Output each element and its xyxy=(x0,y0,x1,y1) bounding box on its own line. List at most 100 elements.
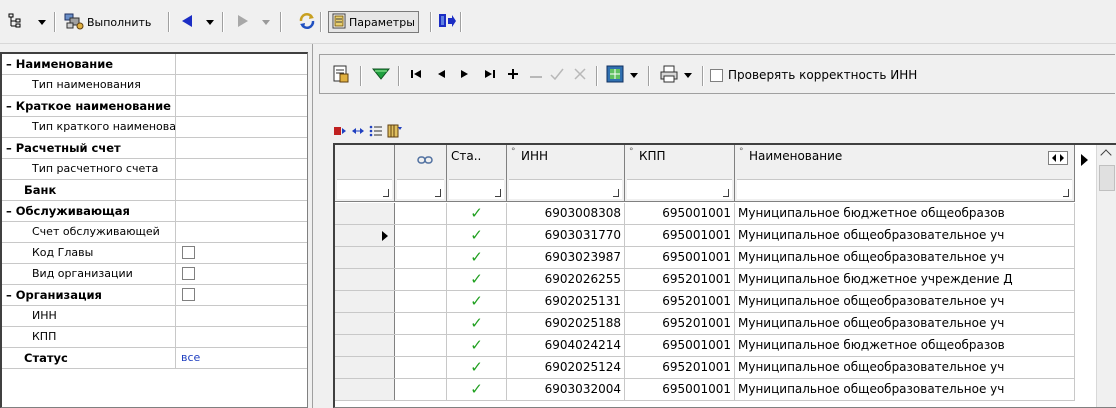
inn-cell[interactable]: 6903008308 xyxy=(507,203,625,224)
confirm-record-button[interactable] xyxy=(550,65,564,85)
column-filter-field[interactable] xyxy=(397,179,444,199)
kpp-cell[interactable]: 695201001 xyxy=(625,313,735,334)
name-cell[interactable]: Муниципальное бюджетное общеобразов xyxy=(735,203,1075,224)
link-cell[interactable] xyxy=(395,379,447,400)
link-cell[interactable] xyxy=(395,247,447,268)
property-value[interactable] xyxy=(177,96,307,116)
property-value[interactable] xyxy=(177,264,307,284)
link-cell[interactable] xyxy=(395,313,447,334)
tree-layout-dropdown[interactable] xyxy=(38,10,46,34)
kpp-cell[interactable]: 695001001 xyxy=(625,247,735,268)
status-cell[interactable]: ✓ xyxy=(447,379,507,400)
kpp-header[interactable]: ° КПП xyxy=(625,145,735,202)
forward-dropdown[interactable] xyxy=(262,10,270,34)
property-row[interactable]: – Наименование xyxy=(2,54,307,75)
link-cell[interactable] xyxy=(395,269,447,290)
name-header[interactable]: ° Наименование xyxy=(735,145,1075,202)
link-cell[interactable] xyxy=(395,225,447,246)
back-button[interactable] xyxy=(180,10,194,34)
column-filter-field[interactable] xyxy=(737,179,1072,199)
status-cell[interactable]: ✓ xyxy=(447,313,507,334)
name-cell[interactable]: Муниципальное общеобразовательное уч xyxy=(735,291,1075,312)
kpp-cell[interactable]: 695001001 xyxy=(625,203,735,224)
status-cell[interactable]: ✓ xyxy=(447,335,507,356)
property-row[interactable]: Статус все xyxy=(2,348,307,369)
forward-button[interactable] xyxy=(236,10,250,34)
filter-button[interactable] xyxy=(371,65,391,85)
name-cell[interactable]: Муниципальное бюджетное общеобразов xyxy=(735,335,1075,356)
name-cell[interactable]: Муниципальное общеобразовательное уч xyxy=(735,379,1075,400)
check-inn-toggle[interactable]: Проверять корректность ИНН xyxy=(710,65,917,85)
back-dropdown[interactable] xyxy=(206,10,214,34)
inn-header[interactable]: ° ИНН xyxy=(507,145,625,202)
kpp-cell[interactable]: 695201001 xyxy=(625,269,735,290)
vertical-scrollbar[interactable] xyxy=(1096,145,1116,407)
inn-cell[interactable]: 6904024214 xyxy=(507,335,625,356)
kpp-cell[interactable]: 695001001 xyxy=(625,335,735,356)
property-value[interactable] xyxy=(177,201,307,221)
kpp-cell[interactable]: 695201001 xyxy=(625,291,735,312)
status-cell[interactable]: ✓ xyxy=(447,357,507,378)
tree-layout-button[interactable] xyxy=(8,10,22,34)
name-cell[interactable]: Муниципальное общеобразовательное уч xyxy=(735,247,1075,268)
table-row[interactable]: ✓ 6902026255 695201001 Муниципальное бюджет… xyxy=(335,269,1075,291)
property-value[interactable] xyxy=(177,138,307,158)
column-filter-field[interactable] xyxy=(449,179,504,199)
refresh-button[interactable] xyxy=(298,10,316,34)
property-value[interactable] xyxy=(177,243,307,263)
property-value[interactable] xyxy=(177,159,307,179)
property-row[interactable]: – Обслуживающая xyxy=(2,201,307,222)
delete-record-button[interactable] xyxy=(530,65,542,85)
inn-cell[interactable]: 6902026255 xyxy=(507,269,625,290)
name-cell[interactable]: Муниципальное общеобразовательное уч xyxy=(735,313,1075,334)
scroll-up-icon[interactable] xyxy=(1100,149,1112,161)
add-record-button[interactable] xyxy=(508,65,518,85)
status-cell[interactable]: ✓ xyxy=(447,203,507,224)
exit-button[interactable] xyxy=(438,10,456,34)
link-header[interactable] xyxy=(395,145,447,202)
first-record-button[interactable] xyxy=(410,65,422,85)
prev-record-button[interactable] xyxy=(436,65,446,85)
property-row[interactable]: ИНН xyxy=(2,306,307,327)
name-cell[interactable]: Муниципальное бюджетное учреждение Д xyxy=(735,269,1075,290)
property-row[interactable]: Тип наименования xyxy=(2,75,307,96)
property-row[interactable]: Тип расчетного счета xyxy=(2,159,307,180)
property-value[interactable] xyxy=(177,117,307,137)
inn-cell[interactable]: 6903031770 xyxy=(507,225,625,246)
table-row[interactable]: ✓ 6903008308 695001001 Муниципальное бюджет… xyxy=(335,203,1075,225)
table-columns-icon[interactable] xyxy=(387,124,403,141)
inn-cell[interactable]: 6902025188 xyxy=(507,313,625,334)
column-filter-field[interactable] xyxy=(627,179,732,199)
table-row[interactable]: ✓ 6903031770 695001001 Муниципальное общеоб… xyxy=(335,225,1075,247)
checkbox[interactable] xyxy=(710,68,723,82)
more-columns-icon[interactable] xyxy=(1079,153,1089,170)
column-filter-field[interactable] xyxy=(337,179,392,199)
property-row[interactable]: Банк xyxy=(2,180,307,201)
export-button[interactable] xyxy=(606,65,638,85)
indicator-header[interactable] xyxy=(335,145,395,202)
report-button[interactable] xyxy=(332,65,350,85)
property-row[interactable]: Счет обслуживающей xyxy=(2,222,307,243)
link-cell[interactable] xyxy=(395,203,447,224)
property-value[interactable] xyxy=(177,285,307,305)
property-row[interactable]: – Организация xyxy=(2,285,307,306)
property-value[interactable] xyxy=(177,180,307,200)
print-button[interactable] xyxy=(660,65,692,85)
link-cell[interactable] xyxy=(395,335,447,356)
property-checkbox[interactable] xyxy=(182,246,195,259)
status-cell[interactable]: ✓ xyxy=(447,291,507,312)
next-record-button[interactable] xyxy=(460,65,470,85)
status-header[interactable]: Ста.. xyxy=(447,145,507,202)
list-settings-icon[interactable] xyxy=(369,124,383,141)
table-row[interactable]: ✓ 6902025131 695201001 Муниципальное общеоб… xyxy=(335,291,1075,313)
property-row[interactable]: КПП xyxy=(2,327,307,348)
property-value[interactable]: все xyxy=(177,348,307,368)
property-value[interactable] xyxy=(177,75,307,95)
scrollbar-thumb[interactable] xyxy=(1099,165,1115,191)
last-record-button[interactable] xyxy=(484,65,496,85)
property-value[interactable] xyxy=(177,306,307,326)
name-cell[interactable]: Муниципальное общеобразовательное уч xyxy=(735,357,1075,378)
cancel-record-button[interactable] xyxy=(574,65,586,85)
inn-cell[interactable]: 6903023987 xyxy=(507,247,625,268)
kpp-cell[interactable]: 695001001 xyxy=(625,225,735,246)
